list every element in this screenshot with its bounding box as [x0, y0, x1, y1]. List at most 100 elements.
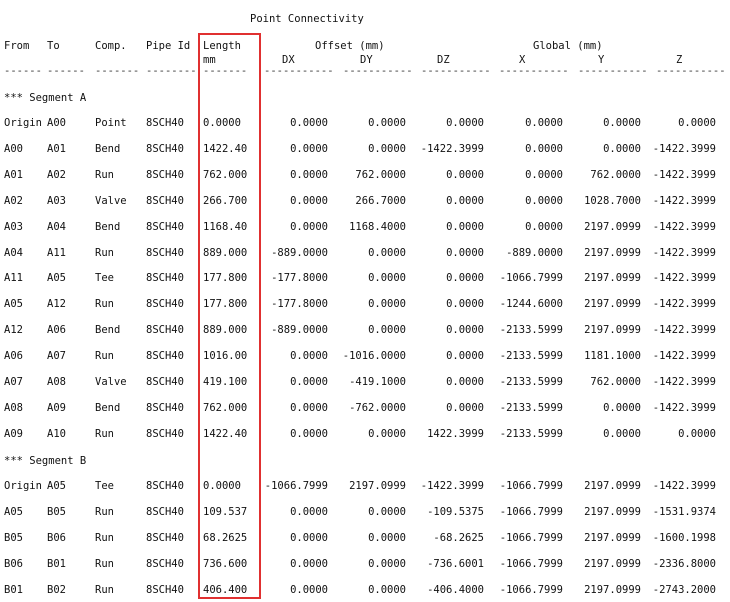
- pipe-id-cell: 8SCH40: [146, 142, 184, 155]
- pipe-id-cell: 8SCH40: [146, 376, 184, 388]
- dy-cell: 0.0000: [368, 505, 406, 518]
- x-cell: 0.0000: [525, 194, 563, 207]
- x-cell: -2133.5999: [499, 350, 563, 363]
- y-cell: 0.0000: [603, 401, 641, 414]
- to-cell: A02: [47, 168, 66, 181]
- dy-cell: 0.0000: [368, 117, 406, 129]
- x-cell: -1066.7999: [499, 557, 563, 570]
- length-cell: 68.2625: [203, 531, 248, 544]
- table-row: A02 A03 Valve 8SCH40 266.700 0.0000 266.7000 0.…: [0, 195, 730, 209]
- dx-cell: 0.0000: [290, 168, 328, 181]
- comp-cell: Run: [95, 427, 114, 440]
- dy-cell: 0.0000: [368, 427, 406, 440]
- y-cell: 762.0000: [590, 168, 641, 181]
- separator-from: ------: [4, 65, 42, 77]
- separator-x: -----------: [499, 65, 569, 77]
- to-cell: A01: [47, 142, 66, 155]
- pipe-id-cell: 8SCH40: [146, 557, 184, 570]
- table-row: A09 A10 Run 8SCH40 1422.40 0.0000 0.0000 1422.3…: [0, 428, 730, 442]
- length-cell: 406.400: [203, 583, 248, 596]
- to-cell: A10: [47, 427, 66, 440]
- table-row: A01 A02 Run 8SCH40 762.000 0.0000 762.0000 0.00…: [0, 169, 730, 183]
- comp-cell: Run: [95, 505, 114, 518]
- comp-cell: Point: [95, 117, 127, 129]
- y-cell: 2197.0999: [584, 220, 641, 233]
- to-cell: A11: [47, 246, 66, 259]
- table-row: B01 B02 Run 8SCH40 406.400 0.0000 0.0000 -406.4…: [0, 584, 730, 598]
- comp-cell: Run: [95, 583, 114, 596]
- dy-cell: -419.1000: [349, 376, 406, 388]
- dz-cell: -736.6001: [427, 557, 484, 570]
- dz-cell: -1422.3999: [420, 142, 484, 155]
- report-title: Point Connectivity: [250, 13, 364, 25]
- pipe-id-cell: 8SCH40: [146, 246, 184, 259]
- x-cell: -2133.5999: [499, 324, 563, 337]
- from-cell: A09: [4, 427, 23, 440]
- length-cell: 109.537: [203, 505, 248, 518]
- table-row: A07 A08 Valve 8SCH40 419.100 0.0000 -419.1000 0…: [0, 376, 730, 390]
- segment-label: *** Segment A: [4, 92, 87, 104]
- x-cell: -1066.7999: [499, 531, 563, 544]
- dz-cell: 0.0000: [446, 246, 484, 259]
- separator-dz: -----------: [421, 65, 491, 77]
- x-cell: 0.0000: [525, 220, 563, 233]
- from-cell: A05: [4, 298, 23, 311]
- comp-cell: Run: [95, 298, 114, 311]
- segment-label: *** Segment B: [4, 455, 87, 467]
- to-cell: B02: [47, 583, 66, 596]
- table-row: A11 A05 Tee 8SCH40 177.800 -177.8000 0.0000 0.0…: [0, 272, 730, 286]
- to-cell: A06: [47, 324, 66, 337]
- dx-cell: 0.0000: [290, 194, 328, 207]
- z-cell: -1422.3999: [652, 480, 716, 492]
- dx-cell: -889.0000: [271, 324, 328, 337]
- table-row: B05 B06 Run 8SCH40 68.2625 0.0000 0.0000 -68.26…: [0, 532, 730, 546]
- y-cell: 762.0000: [590, 376, 641, 388]
- table-row: A04 A11 Run 8SCH40 889.000 -889.0000 0.0000 0.0…: [0, 247, 730, 261]
- comp-cell: Bend: [95, 220, 121, 233]
- length-cell: 736.600: [203, 557, 248, 570]
- from-cell: B06: [4, 557, 23, 570]
- to-cell: A05: [47, 480, 66, 492]
- dy-cell: 0.0000: [368, 531, 406, 544]
- z-cell: -1422.3999: [652, 324, 716, 337]
- pipe-id-cell: 8SCH40: [146, 324, 184, 337]
- length-cell: 889.000: [203, 324, 248, 337]
- dy-cell: -762.0000: [349, 401, 406, 414]
- pipe-id-cell: 8SCH40: [146, 427, 184, 440]
- group-header-offset: Offset (mm): [315, 40, 385, 52]
- table-row: A05 A12 Run 8SCH40 177.800 -177.8000 0.0000 0.0…: [0, 298, 730, 312]
- from-cell: A06: [4, 350, 23, 363]
- dy-cell: 1168.4000: [349, 220, 406, 233]
- dy-cell: 2197.0999: [349, 480, 406, 492]
- dz-cell: 0.0000: [446, 350, 484, 363]
- comp-cell: Run: [95, 531, 114, 544]
- dx-cell: 0.0000: [290, 376, 328, 388]
- y-cell: 2197.0999: [584, 324, 641, 337]
- z-cell: -2336.8000: [652, 557, 716, 570]
- z-cell: -1422.3999: [652, 350, 716, 363]
- to-cell: B01: [47, 557, 66, 570]
- pipe-id-cell: 8SCH40: [146, 194, 184, 207]
- x-cell: -1066.7999: [499, 583, 563, 596]
- y-cell: 2197.0999: [584, 480, 641, 492]
- from-cell: A05: [4, 505, 23, 518]
- pipe-id-cell: 8SCH40: [146, 583, 184, 596]
- dy-cell: 762.0000: [355, 168, 406, 181]
- dz-cell: 0.0000: [446, 324, 484, 337]
- to-cell: A09: [47, 401, 66, 414]
- dz-cell: 0.0000: [446, 117, 484, 129]
- table-row: A12 A06 Bend 8SCH40 889.000 -889.0000 0.0000 0.…: [0, 324, 730, 338]
- col-header-to: To: [47, 40, 60, 52]
- x-cell: 0.0000: [525, 168, 563, 181]
- y-cell: 2197.0999: [584, 246, 641, 259]
- comp-cell: Valve: [95, 376, 127, 388]
- y-cell: 1028.7000: [584, 194, 641, 207]
- x-cell: -1066.7999: [499, 272, 563, 285]
- dy-cell: 0.0000: [368, 246, 406, 259]
- dy-cell: 266.7000: [355, 194, 406, 207]
- z-cell: -1422.3999: [652, 142, 716, 155]
- length-cell: 419.100: [203, 376, 248, 388]
- dy-cell: 0.0000: [368, 324, 406, 337]
- from-cell: B01: [4, 583, 23, 596]
- x-cell: -1066.7999: [499, 480, 563, 492]
